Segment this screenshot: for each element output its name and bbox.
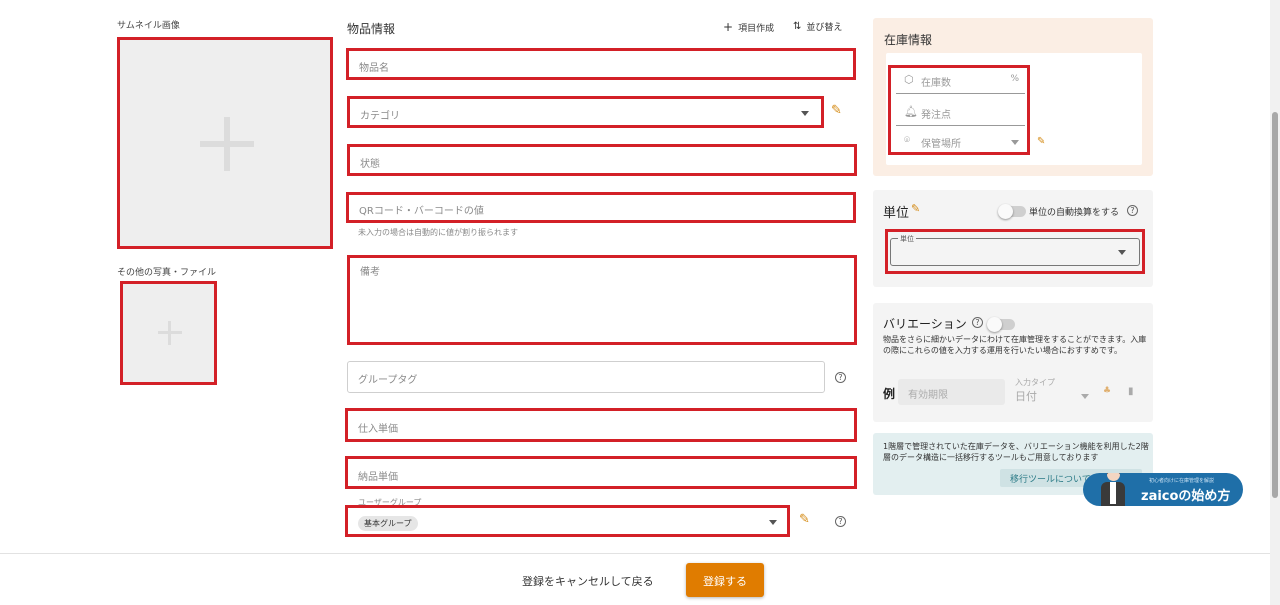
box-icon: ⬡	[904, 73, 914, 86]
state-input[interactable]: 状態	[347, 144, 857, 176]
category-select[interactable]: カテゴリ	[347, 96, 824, 128]
help-icon[interactable]: ?	[1127, 205, 1138, 216]
magic-wand-icon[interactable]: ✎	[831, 103, 842, 118]
chevron-down-icon	[769, 520, 777, 525]
auto-convert-label: 単位の自動換算をする	[1029, 208, 1120, 218]
user-group-chip: 基本グループ	[358, 516, 418, 531]
cancel-link[interactable]: 登録をキャンセルして戻る	[522, 573, 654, 589]
banner-title: zaicoの始め方	[1141, 489, 1231, 504]
group-tag-input[interactable]: グループタグ	[347, 361, 825, 393]
unit-card: 単位 ✎ 単位の自動換算をする ? 単位	[873, 190, 1153, 287]
notes-textarea[interactable]: 備考	[347, 255, 857, 345]
help-icon[interactable]: ?	[972, 317, 983, 328]
auto-convert-toggle[interactable]	[998, 204, 1026, 219]
item-info-title: 物品情報	[347, 22, 396, 36]
migration-text: 1階層で管理されていた在庫データを、バリエーション機能を利用した2階層のデータ構…	[883, 442, 1149, 462]
scrollbar[interactable]	[1270, 0, 1280, 605]
reorder-point-field[interactable]: 🔔︎ 発注点	[896, 102, 1025, 126]
example-label: 例	[883, 387, 896, 401]
plus-icon: +	[723, 20, 734, 34]
input-type-value: 日付	[1015, 390, 1037, 403]
variation-card: バリエーション ? 物品をさらに細かいデータにわけて在庫管理をすることができます…	[873, 303, 1153, 422]
delivery-price-input[interactable]: 納品単価	[345, 456, 857, 489]
user-group-select[interactable]: 基本グループ	[345, 505, 790, 537]
variation-toggle[interactable]	[987, 317, 1015, 332]
magic-wand-icon[interactable]: ✎	[1037, 136, 1045, 147]
palette-icon: ♣	[1103, 386, 1112, 396]
input-type-label: 入力タイプ	[1015, 378, 1055, 387]
stock-info-card: 在庫情報 ⬡ 在庫数 % 🔔︎ 発注点 ⌾ 保管場所 ✎	[873, 18, 1153, 176]
submit-button[interactable]: 登録する	[686, 563, 764, 597]
chevron-down-icon	[801, 111, 809, 116]
location-pin-icon: ⌾	[904, 135, 910, 146]
trash-icon: ▮	[1128, 386, 1134, 397]
item-name-input[interactable]: 物品名	[346, 48, 856, 80]
percent-icon: %	[1010, 74, 1019, 84]
stock-info-title: 在庫情報	[884, 33, 933, 47]
bell-icon: 🔔︎	[904, 105, 918, 118]
stock-quantity-field[interactable]: ⬡ 在庫数 %	[896, 70, 1025, 94]
help-icon[interactable]: ?	[835, 516, 846, 527]
sort-icon: ⇅	[793, 21, 802, 32]
scrollbar-thumb[interactable]	[1272, 112, 1278, 498]
thumbnail-upload[interactable]	[117, 37, 333, 249]
chevron-down-icon	[1011, 140, 1019, 145]
magic-wand-icon[interactable]: ✎	[799, 512, 810, 527]
sort-button[interactable]: ⇅ 並び替え	[793, 20, 842, 33]
magic-wand-icon[interactable]: ✎	[911, 202, 920, 215]
variation-title: バリエーション	[883, 317, 967, 331]
barcode-input[interactable]: QRコード・バーコードの値	[346, 192, 856, 223]
barcode-hint: 未入力の場合は自動的に値が割り振られます	[358, 228, 518, 237]
zaico-guide-banner[interactable]: 初心者向けに在庫管理を解説 zaicoの始め方	[1083, 473, 1243, 506]
other-files-upload[interactable]	[120, 281, 217, 385]
location-select[interactable]: ⌾ 保管場所	[896, 133, 1025, 153]
unit-select[interactable]: 単位	[885, 229, 1145, 274]
banner-small-text: 初心者向けに在庫管理を解説	[1149, 478, 1215, 484]
other-files-label: その他の写真・ファイル	[117, 268, 217, 278]
example-field: 有効期限	[898, 379, 1005, 405]
purchase-price-input[interactable]: 仕入単価	[345, 408, 857, 442]
thumbnail-label: サムネイル画像	[117, 21, 180, 31]
footer-bar: 登録をキャンセルして戻る 登録する	[0, 553, 1270, 605]
chevron-down-icon	[1118, 250, 1126, 255]
unit-field-label: 単位	[898, 234, 916, 244]
variation-description: 物品をさらに細かいデータにわけて在庫管理をすることができます。入庫の際にこれらの…	[883, 335, 1147, 355]
person-icon	[1099, 473, 1127, 506]
stock-fields-group: ⬡ 在庫数 % 🔔︎ 発注点 ⌾ 保管場所	[888, 65, 1030, 155]
help-icon[interactable]: ?	[835, 372, 846, 383]
chevron-down-icon	[1081, 394, 1089, 399]
create-field-button[interactable]: + 項目作成	[723, 20, 774, 34]
unit-title: 単位	[883, 206, 910, 221]
